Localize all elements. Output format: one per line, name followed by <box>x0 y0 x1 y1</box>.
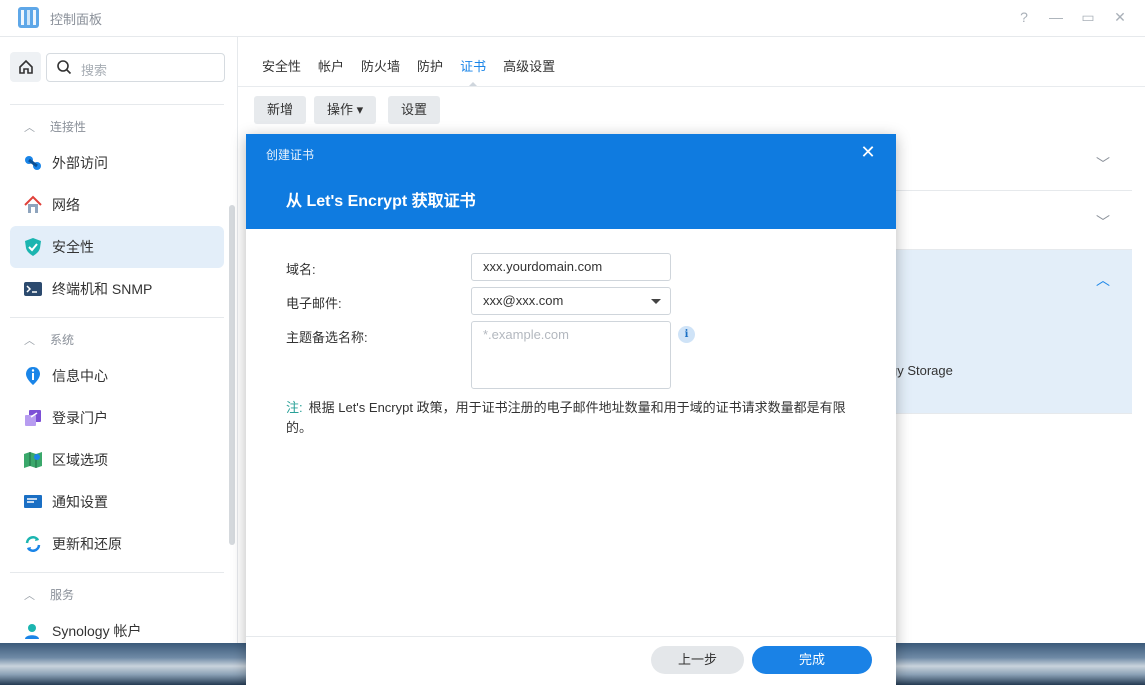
sidebar-item-label: 终端机和 SNMP <box>52 281 153 297</box>
email-value: xxx@xxx.com <box>483 293 564 308</box>
search-icon <box>57 60 72 75</box>
sidebar-item-label: 外部访问 <box>52 155 108 171</box>
close-window-icon[interactable]: ✕ <box>1111 8 1129 26</box>
terminal-icon <box>22 278 44 300</box>
sidebar-item-label: 通知设置 <box>52 494 108 510</box>
home-icon <box>18 59 33 74</box>
previous-button[interactable]: 上一步 <box>651 646 744 674</box>
group-label: 服务 <box>50 588 75 602</box>
dialog-title: 从 Let's Encrypt 获取证书 <box>286 193 476 210</box>
minimize-icon[interactable]: — <box>1047 8 1065 26</box>
tab-certificate[interactable]: 证书 <box>460 56 486 86</box>
sidebar-item-external-access[interactable]: 外部访问 <box>10 142 224 184</box>
chevron-up-icon: ︿ <box>1096 272 1110 288</box>
tab-account[interactable]: 帐户 <box>318 56 344 76</box>
dropdown-arrow-icon <box>651 299 661 304</box>
sidebar-item-notification[interactable]: 通知设置 <box>10 481 224 523</box>
group-services[interactable]: ︿ 服务 <box>24 586 74 603</box>
sidebar-item-label: 网络 <box>52 197 80 213</box>
title-bar: 控制面板 ? — ▭ ✕ <box>0 0 1145 37</box>
dialog-header-label: 创建证书 <box>266 148 315 162</box>
dialog-header: 创建证书 ✕ 从 Let's Encrypt 获取证书 <box>246 134 896 229</box>
dialog-footer-divider <box>246 636 896 637</box>
sidebar-scrollbar[interactable] <box>229 205 235 545</box>
tab-advanced[interactable]: 高级设置 <box>503 56 555 76</box>
notification-icon <box>22 491 44 513</box>
tab-security[interactable]: 安全性 <box>262 56 301 76</box>
action-button[interactable]: 操作 ▾ <box>314 96 377 124</box>
tab-protection[interactable]: 防护 <box>417 56 443 76</box>
update-restore-icon <box>22 533 44 555</box>
sidebar-item-label: 信息中心 <box>52 368 108 384</box>
sidebar: 搜索 ︿ 连接性 外部访问 网络 安全性 终端机和 SNMP ︿ 系统 信息中心… <box>0 37 238 643</box>
network-house-icon <box>22 194 44 216</box>
domain-field[interactable]: xxx.yourdomain.com <box>471 253 671 281</box>
chevron-up-icon: ︿ <box>24 334 35 347</box>
certificate-row-expanded[interactable]: ︿ <box>880 250 1132 414</box>
divider <box>10 572 224 573</box>
chevron-down-icon: ﹀ <box>1096 214 1110 230</box>
window-title: 控制面板 <box>50 12 103 27</box>
search-input[interactable]: 搜索 <box>46 53 225 82</box>
sidebar-item-label: 区域选项 <box>52 452 108 468</box>
subject-alt-name-field[interactable]: *.example.com <box>471 321 671 389</box>
certificate-description: gy Storage <box>890 363 953 378</box>
divider <box>10 104 224 105</box>
home-button[interactable] <box>10 52 41 82</box>
info-icon <box>22 365 44 387</box>
sidebar-item-synology-account[interactable]: Synology 帐户 <box>10 610 224 643</box>
maximize-icon[interactable]: ▭ <box>1079 8 1097 26</box>
note-text: 根据 Let's Encrypt 政策，用于证书注册的电子邮件地址数量和用于域的… <box>286 400 846 435</box>
group-label: 系统 <box>50 333 75 347</box>
sidebar-item-regional-options[interactable]: 区域选项 <box>10 439 224 481</box>
certificate-row[interactable]: ﹀ <box>880 133 1132 191</box>
email-label: 电子邮件: <box>286 296 342 311</box>
group-connectivity[interactable]: ︿ 连接性 <box>24 118 86 135</box>
chevron-up-icon: ︿ <box>24 589 35 602</box>
sidebar-item-info-center[interactable]: 信息中心 <box>10 355 224 397</box>
search-placeholder: 搜索 <box>81 63 108 78</box>
sidebar-item-label: 登录门户 <box>52 410 108 426</box>
group-system[interactable]: ︿ 系统 <box>24 331 74 348</box>
sidebar-item-label: 安全性 <box>52 239 94 255</box>
settings-button[interactable]: 设置 <box>388 96 441 124</box>
info-icon[interactable]: i <box>678 326 695 343</box>
chevron-down-icon: ﹀ <box>1096 155 1110 172</box>
domain-label: 域名: <box>286 262 316 277</box>
shield-check-icon <box>22 236 44 258</box>
tab-firewall[interactable]: 防火墙 <box>361 56 400 76</box>
chevron-up-icon: ︿ <box>24 121 35 134</box>
certificate-row[interactable]: ﹀ <box>880 191 1132 250</box>
sidebar-item-login-portal[interactable]: 登录门户 <box>10 397 224 439</box>
divider <box>10 317 224 318</box>
subject-alt-name-label: 主题备选名称: <box>286 330 368 345</box>
tab-bar: 安全性 帐户 防火墙 防护 证书 高级设置 <box>262 56 572 86</box>
tab-divider <box>238 86 1145 87</box>
sidebar-item-update-restore[interactable]: 更新和还原 <box>10 523 224 565</box>
sidebar-item-network[interactable]: 网络 <box>10 184 224 226</box>
email-select[interactable]: xxx@xxx.com <box>471 287 671 315</box>
group-label: 连接性 <box>50 120 87 134</box>
external-access-icon <box>22 152 44 174</box>
add-button[interactable]: 新增 <box>254 96 307 124</box>
control-panel-app-icon <box>18 7 39 28</box>
domain-value: xxx.yourdomain.com <box>483 259 603 274</box>
sidebar-item-terminal-snmp[interactable]: 终端机和 SNMP <box>10 268 224 310</box>
note-prefix: 注: <box>286 400 303 415</box>
login-portal-icon <box>22 407 44 429</box>
region-map-icon <box>22 449 44 471</box>
subject-alt-name-placeholder: *.example.com <box>483 327 569 342</box>
help-icon[interactable]: ? <box>1015 8 1033 26</box>
sidebar-item-label: Synology 帐户 <box>52 623 142 639</box>
close-icon[interactable]: ✕ <box>860 143 876 161</box>
sidebar-item-security[interactable]: 安全性 <box>10 226 224 268</box>
sidebar-item-label: 更新和还原 <box>52 536 122 552</box>
synology-account-icon <box>22 620 44 642</box>
create-certificate-dialog: 创建证书 ✕ 从 Let's Encrypt 获取证书 域名: xxx.your… <box>246 134 896 685</box>
done-button[interactable]: 完成 <box>752 646 872 674</box>
policy-note: 注: 根据 Let's Encrypt 政策，用于证书注册的电子邮件地址数量和用于… <box>286 398 866 438</box>
